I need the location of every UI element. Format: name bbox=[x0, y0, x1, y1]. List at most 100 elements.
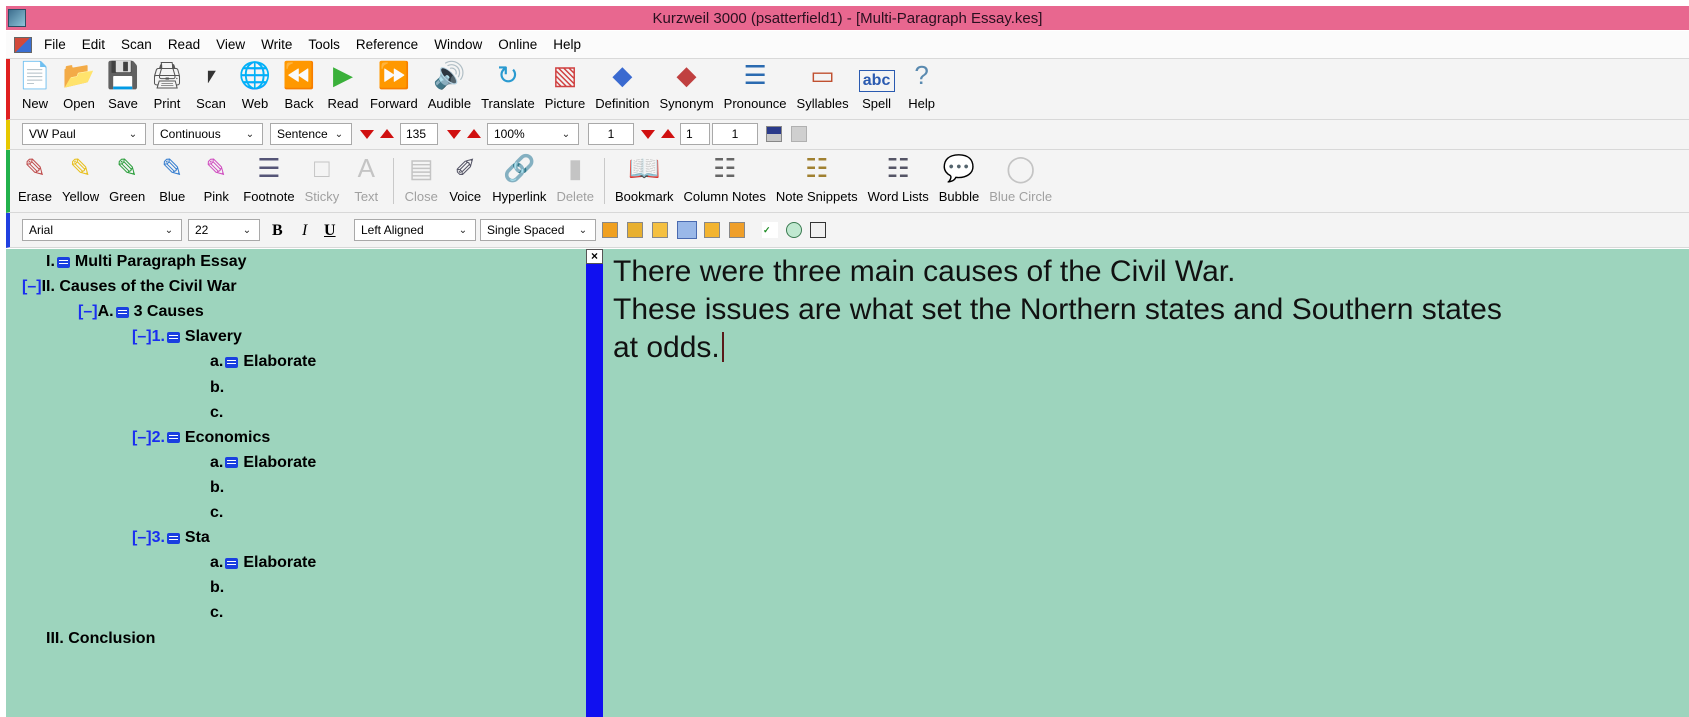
back-button[interactable]: ⏪ Back bbox=[277, 58, 321, 119]
save-button[interactable]: 💾 Save bbox=[101, 58, 145, 119]
pane-splitter[interactable] bbox=[586, 264, 603, 717]
synonym-button[interactable]: ◆ Synonym bbox=[654, 58, 718, 119]
pronounce-button[interactable]: ☰ Pronounce bbox=[719, 58, 792, 119]
column-notes-button[interactable]: ☷ Column Notes bbox=[679, 151, 771, 212]
menu-tools[interactable]: Tools bbox=[302, 37, 350, 52]
current-page-field[interactable]: 1 bbox=[588, 123, 634, 145]
word-lists-button[interactable]: ☷ Word Lists bbox=[863, 151, 934, 212]
speed-field[interactable]: 135 bbox=[400, 123, 438, 145]
menu-help[interactable]: Help bbox=[547, 37, 591, 52]
menu-scan[interactable]: Scan bbox=[115, 37, 162, 52]
picture-button[interactable]: ▧ Picture bbox=[540, 58, 590, 119]
spell-button[interactable]: abc Spell bbox=[854, 70, 900, 119]
template-icon[interactable] bbox=[810, 222, 826, 238]
translate-button[interactable]: ↻ Translate bbox=[476, 58, 540, 119]
erase-button[interactable]: ✎ Erase bbox=[13, 151, 57, 212]
reading-unit-select[interactable]: Sentence ⌄ bbox=[270, 123, 352, 145]
collapse-toggle-icon[interactable]: [–] bbox=[78, 303, 98, 321]
note-icon[interactable] bbox=[115, 306, 129, 318]
open-button[interactable]: 📂 Open bbox=[57, 58, 101, 119]
outline-item[interactable]: a. Elaborate bbox=[210, 353, 316, 371]
yellow-button[interactable]: ✎ Yellow bbox=[57, 151, 104, 212]
note-icon[interactable] bbox=[225, 457, 239, 469]
document-menu-icon[interactable] bbox=[14, 36, 32, 53]
outline-item[interactable]: III. Conclusion bbox=[46, 630, 155, 648]
outline-item[interactable]: c. bbox=[210, 604, 223, 622]
note-snippets-button[interactable]: ☷ Note Snippets bbox=[771, 151, 863, 212]
outline-item[interactable]: [–] 3. Sta bbox=[132, 529, 210, 547]
page-down-icon[interactable] bbox=[641, 130, 655, 139]
spell-check-icon[interactable]: ✓ bbox=[762, 222, 778, 238]
note-icon[interactable] bbox=[166, 532, 180, 544]
font-select[interactable]: Arial ⌄ bbox=[22, 219, 182, 241]
alignment-select[interactable]: Left Aligned ⌄ bbox=[354, 219, 476, 241]
hyperlink-button[interactable]: 🔗 Hyperlink bbox=[487, 151, 551, 212]
outline-view-icon[interactable] bbox=[677, 221, 697, 239]
syllables-button[interactable]: ▭ Syllables bbox=[792, 58, 854, 119]
blue-circle-button[interactable]: ◯ Blue Circle bbox=[984, 151, 1057, 212]
delete-button[interactable]: ▮ Delete bbox=[551, 151, 599, 212]
forward-button[interactable]: ⏩ Forward bbox=[365, 58, 423, 119]
outline-item[interactable]: [–] 1. Slavery bbox=[132, 328, 242, 346]
outline-item[interactable]: c. bbox=[210, 504, 223, 522]
collapse-toggle-icon[interactable]: [–] bbox=[132, 429, 152, 447]
green-button[interactable]: ✎ Green bbox=[104, 151, 150, 212]
close-pane-icon[interactable]: × bbox=[586, 249, 603, 264]
menu-edit[interactable]: Edit bbox=[76, 37, 115, 52]
spacing-select[interactable]: Single Spaced ⌄ bbox=[480, 219, 596, 241]
bold-button[interactable]: B bbox=[272, 222, 283, 240]
page-up-icon[interactable] bbox=[661, 129, 675, 138]
voice-select[interactable]: VW Paul ⌄ bbox=[22, 123, 146, 145]
outline-item[interactable]: I. Multi Paragraph Essay bbox=[46, 253, 247, 271]
text-button[interactable]: A Text bbox=[344, 151, 388, 212]
outline-item[interactable]: a. Elaborate bbox=[210, 454, 316, 472]
insert-note-icon[interactable] bbox=[602, 222, 618, 238]
speed-down-icon[interactable] bbox=[360, 130, 374, 139]
help-button[interactable]: ? Help bbox=[900, 58, 944, 119]
read-button[interactable]: ▶ Read bbox=[321, 58, 365, 119]
definition-button[interactable]: ◆ Definition bbox=[590, 58, 654, 119]
graphic-organizer-icon[interactable] bbox=[704, 222, 720, 238]
audible-button[interactable]: 🔊 Audible bbox=[423, 58, 476, 119]
reading-mode-select[interactable]: Continuous ⌄ bbox=[153, 123, 263, 145]
bookmark-button[interactable]: 📖 Bookmark bbox=[610, 151, 679, 212]
close-button[interactable]: ▤ Close bbox=[399, 151, 443, 212]
word-prediction-icon[interactable] bbox=[786, 222, 802, 238]
collapse-toggle-icon[interactable]: [–] bbox=[132, 529, 152, 547]
outline-item[interactable]: b. bbox=[210, 579, 224, 597]
bubble-button[interactable]: 💬 Bubble bbox=[934, 151, 984, 212]
editor-pane[interactable]: There were three main causes of the Civi… bbox=[603, 249, 1689, 717]
collapse-toggle-icon[interactable]: [–] bbox=[132, 328, 152, 346]
menu-reference[interactable]: Reference bbox=[350, 37, 428, 52]
page-input-field[interactable]: 1 bbox=[680, 123, 710, 145]
menu-online[interactable]: Online bbox=[492, 37, 547, 52]
menu-read[interactable]: Read bbox=[162, 37, 210, 52]
outline-item[interactable]: b. bbox=[210, 379, 224, 397]
collapse-toggle-icon[interactable]: [–] bbox=[22, 278, 42, 296]
view-mode-icon[interactable] bbox=[766, 126, 782, 142]
note-icon[interactable] bbox=[225, 356, 239, 368]
outline-item[interactable]: [–] II. Causes of the Civil War bbox=[22, 278, 237, 296]
outline-item[interactable]: c. bbox=[210, 404, 223, 422]
speed-up-icon[interactable] bbox=[380, 129, 394, 138]
blue-button[interactable]: ✎ Blue bbox=[150, 151, 194, 212]
voice-button[interactable]: ✐ Voice bbox=[443, 151, 487, 212]
draft-view-icon[interactable] bbox=[729, 222, 745, 238]
thumbnail-view-icon[interactable] bbox=[791, 126, 807, 142]
outline-item[interactable]: a. Elaborate bbox=[210, 554, 316, 572]
zoom-select[interactable]: 100% ⌄ bbox=[487, 123, 579, 145]
outline-item[interactable]: b. bbox=[210, 479, 224, 497]
note-icon[interactable] bbox=[225, 557, 239, 569]
note-icon[interactable] bbox=[166, 432, 180, 444]
menu-view[interactable]: View bbox=[210, 37, 255, 52]
menu-window[interactable]: Window bbox=[428, 37, 492, 52]
scan-button[interactable]: ⎖ Scan bbox=[189, 58, 233, 119]
menu-write[interactable]: Write bbox=[255, 37, 302, 52]
note-icon[interactable] bbox=[56, 256, 70, 268]
insert-list-icon[interactable] bbox=[652, 222, 668, 238]
underline-button[interactable]: U bbox=[324, 222, 336, 240]
outline-item[interactable]: [–] A. 3 Causes bbox=[78, 303, 204, 321]
zoom-down-icon[interactable] bbox=[447, 130, 461, 139]
footnote-button[interactable]: ☰ Footnote bbox=[238, 151, 299, 212]
print-button[interactable]: 🖨 Print bbox=[145, 58, 189, 119]
